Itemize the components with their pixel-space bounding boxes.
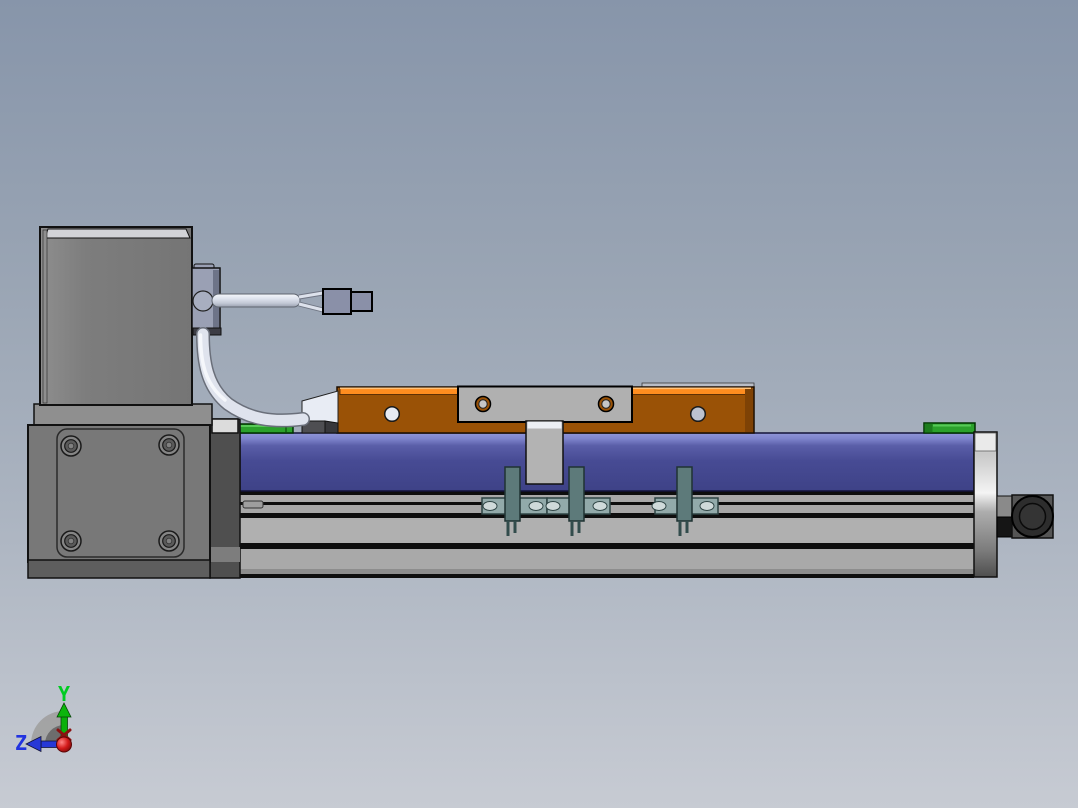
cable-tube (212, 294, 300, 307)
gearbox-screw (61, 531, 81, 551)
sensor-strip-slot (700, 502, 714, 511)
axis-y-label: Y (58, 682, 70, 706)
bracket-pin (686, 521, 689, 533)
end-block-band (210, 547, 240, 562)
green-sensor-shade (925, 424, 933, 433)
bracket-body (505, 467, 520, 521)
cable-core (203, 334, 303, 420)
plug-tip (351, 292, 372, 311)
clamp-base-right (325, 421, 338, 433)
knob-inner (1020, 504, 1046, 530)
tab-face (526, 421, 563, 484)
gearbox-face (28, 425, 210, 562)
rail-hole (691, 407, 706, 422)
motor-top-bevel (45, 229, 190, 238)
knob-mount-black (997, 517, 1012, 537)
axis-z-label: Z (15, 731, 27, 755)
base-slot (243, 501, 263, 508)
axis-x-origin-sphere (57, 737, 72, 752)
rail-hole (385, 407, 400, 422)
bracket-pin (679, 521, 682, 536)
carriage-tab[interactable] (526, 421, 563, 484)
cable-plug[interactable] (323, 289, 372, 314)
gearbox-flange (34, 404, 212, 425)
plate-bolt-hole-center (479, 400, 487, 408)
tab-top-highlight (528, 422, 562, 429)
gearbox-foot (28, 560, 210, 578)
end-cap-top-highlight (975, 433, 996, 451)
limit-sensor-green-right[interactable] (924, 423, 975, 433)
sensor-strip-slot (593, 502, 607, 511)
gearbox-screw (61, 436, 81, 456)
bracket-body (677, 467, 692, 521)
gearbox-housing[interactable] (28, 404, 212, 578)
knob-mount-gray (997, 496, 1012, 517)
body-blue-panel[interactable] (240, 433, 974, 491)
connector-boss (193, 291, 213, 311)
stage-end-block[interactable] (210, 419, 240, 578)
bracket-pin (578, 521, 581, 533)
base-band (240, 569, 974, 574)
base-band (240, 518, 974, 543)
stepper-motor[interactable] (40, 227, 192, 405)
rail-end-shade (745, 389, 753, 432)
motor-left-edge (43, 230, 47, 403)
green-sensor-highlight (933, 425, 971, 427)
bracket-pin (571, 521, 574, 536)
blue-panel-face (240, 433, 974, 491)
bracket-pin (507, 521, 510, 536)
plate-bolt-hole-center (602, 400, 610, 408)
orientation-triad[interactable]: Y Z (15, 682, 72, 755)
sensor-strip-slot (529, 502, 543, 511)
motor-cable-horizontal[interactable] (212, 293, 323, 310)
end-block-cap (212, 419, 238, 433)
end-knob[interactable] (997, 495, 1053, 538)
motor-cable-curved[interactable] (201, 334, 304, 420)
bracket-pin (514, 521, 517, 533)
linear-actuator-illustration: Y Z (0, 0, 1078, 808)
end-cap-face (974, 432, 997, 577)
cad-viewport[interactable]: Y Z (0, 0, 1078, 808)
sensor-strip-slot (483, 502, 497, 511)
sensor-strip-slot (652, 502, 666, 511)
bracket-body (569, 467, 584, 521)
carriage-plate[interactable] (458, 387, 632, 423)
base-band (240, 549, 974, 569)
plug-body (323, 289, 351, 314)
motor-body (40, 227, 192, 405)
gearbox-screw (159, 435, 179, 455)
wire (299, 293, 323, 297)
end-cap[interactable] (974, 432, 997, 577)
cable-outline (203, 334, 303, 420)
gearbox-screw (159, 531, 179, 551)
cable-clamp[interactable] (302, 391, 338, 433)
sensor-strip-slot (546, 502, 560, 511)
